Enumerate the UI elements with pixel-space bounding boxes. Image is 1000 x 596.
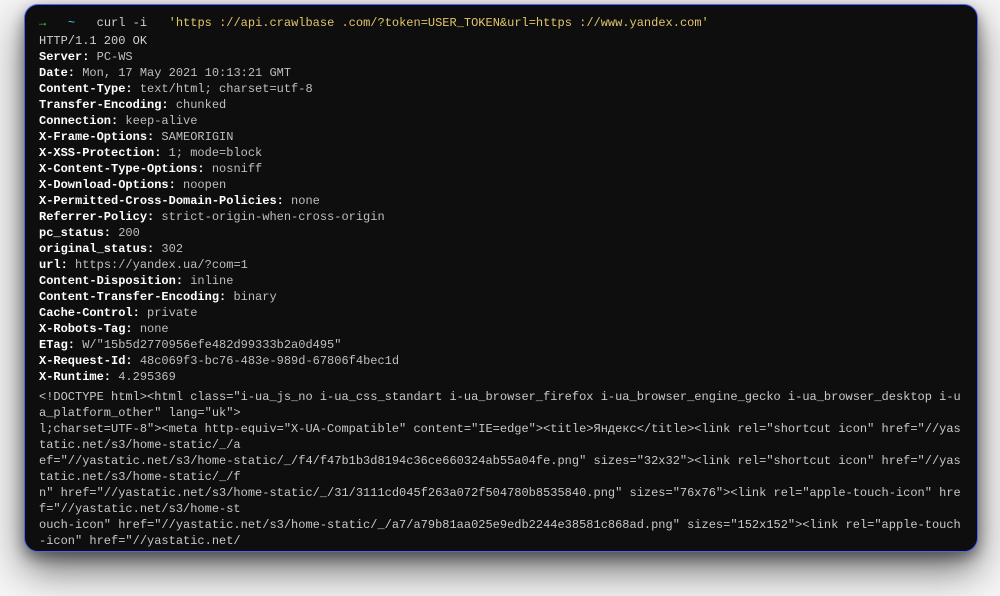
header-value: keep-alive [125, 114, 197, 128]
header-value: binary [233, 290, 276, 304]
header-value: nosniff [212, 162, 262, 176]
body-line: <!DOCTYPE html><html class="i-ua_js_no i… [39, 389, 963, 421]
header-key: url: [39, 258, 68, 272]
header-key: X-Robots-Tag: [39, 322, 133, 336]
header-line: Referrer-Policy: strict-origin-when-cros… [39, 209, 963, 225]
body-line: n" href="//yastatic.net/s3/home-static/_… [39, 485, 963, 517]
header-key: original_status: [39, 242, 154, 256]
header-line: Transfer-Encoding: chunked [39, 97, 963, 113]
header-value: PC-WS [97, 50, 133, 64]
header-key: Content-Type: [39, 82, 133, 96]
header-line: Date: Mon, 17 May 2021 10:13:21 GMT [39, 65, 963, 81]
command-url-arg: 'https ://api.crawlbase .com/?token=USER… [169, 16, 709, 30]
header-line: X-Request-Id: 48c069f3-bc76-483e-989d-67… [39, 353, 963, 369]
header-key: Server: [39, 50, 89, 64]
header-value: strict-origin-when-cross-origin [161, 210, 384, 224]
body-line: l="alternate" type="application/rss+xml"… [39, 549, 963, 552]
header-line: Content-Disposition: inline [39, 273, 963, 289]
header-key: X-Content-Type-Options: [39, 162, 205, 176]
header-value: W/"15b5d2770956efe482d99333b2a0d495" [82, 338, 341, 352]
header-key: Date: [39, 66, 75, 80]
header-line: X-Frame-Options: SAMEORIGIN [39, 129, 963, 145]
header-key: X-Frame-Options: [39, 130, 154, 144]
header-line: X-XSS-Protection: 1; mode=block [39, 145, 963, 161]
header-value: none [291, 194, 320, 208]
header-key: Connection: [39, 114, 118, 128]
header-key: X-Download-Options: [39, 178, 176, 192]
header-value: 200 [118, 226, 140, 240]
response-body: <!DOCTYPE html><html class="i-ua_js_no i… [39, 389, 963, 552]
header-key: ETag: [39, 338, 75, 352]
command-name: curl -i [97, 16, 147, 30]
header-key: Transfer-Encoding: [39, 98, 169, 112]
header-line: pc_status: 200 [39, 225, 963, 241]
header-value: SAMEORIGIN [161, 130, 233, 144]
body-line: l;charset=UTF-8"><meta http-equiv="X-UA-… [39, 421, 963, 453]
header-key: X-Permitted-Cross-Domain-Policies: [39, 194, 284, 208]
header-line: X-Content-Type-Options: nosniff [39, 161, 963, 177]
header-line: Content-Type: text/html; charset=utf-8 [39, 81, 963, 97]
header-value: Mon, 17 May 2021 10:13:21 GMT [82, 66, 291, 80]
header-line: ETag: W/"15b5d2770956efe482d99333b2a0d49… [39, 337, 963, 353]
header-key: Content-Disposition: [39, 274, 183, 288]
header-line: url: https://yandex.ua/?com=1 [39, 257, 963, 273]
header-value: private [147, 306, 197, 320]
header-key: X-Request-Id: [39, 354, 133, 368]
header-key: Cache-Control: [39, 306, 140, 320]
header-line: Content-Transfer-Encoding: binary [39, 289, 963, 305]
header-line: X-Runtime: 4.295369 [39, 369, 963, 385]
response-headers: Server: PC-WSDate: Mon, 17 May 2021 10:1… [39, 49, 963, 385]
header-key: pc_status: [39, 226, 111, 240]
body-line: ef="//yastatic.net/s3/home-static/_/f4/f… [39, 453, 963, 485]
header-value: 302 [161, 242, 183, 256]
header-value: 48c069f3-bc76-483e-989d-67806f4bec1d [140, 354, 399, 368]
header-key: Content-Transfer-Encoding: [39, 290, 226, 304]
header-value: noopen [183, 178, 226, 192]
header-key: X-Runtime: [39, 370, 111, 384]
header-line: Connection: keep-alive [39, 113, 963, 129]
header-value: none [140, 322, 169, 336]
header-line: original_status: 302 [39, 241, 963, 257]
prompt-arrow-icon: → [39, 16, 46, 30]
header-line: Cache-Control: private [39, 305, 963, 321]
header-line: Server: PC-WS [39, 49, 963, 65]
header-key: Referrer-Policy: [39, 210, 154, 224]
header-value: chunked [176, 98, 226, 112]
terminal-window: → ~ curl -i 'https ://api.crawlbase .com… [24, 4, 978, 552]
body-line: ouch-icon" href="//yastatic.net/s3/home-… [39, 517, 963, 549]
header-value: 4.295369 [118, 370, 176, 384]
header-key: X-XSS-Protection: [39, 146, 161, 160]
header-line: X-Permitted-Cross-Domain-Policies: none [39, 193, 963, 209]
header-line: X-Robots-Tag: none [39, 321, 963, 337]
header-value: https://yandex.ua/?com=1 [75, 258, 248, 272]
terminal-body[interactable]: → ~ curl -i 'https ://api.crawlbase .com… [25, 5, 977, 551]
header-value: inline [190, 274, 233, 288]
prompt-cwd: ~ [68, 16, 75, 30]
prompt-line: → ~ curl -i 'https ://api.crawlbase .com… [39, 15, 963, 31]
http-status-line: HTTP/1.1 200 OK [39, 33, 963, 49]
header-value: text/html; charset=utf-8 [140, 82, 313, 96]
header-line: X-Download-Options: noopen [39, 177, 963, 193]
header-value: 1; mode=block [169, 146, 263, 160]
